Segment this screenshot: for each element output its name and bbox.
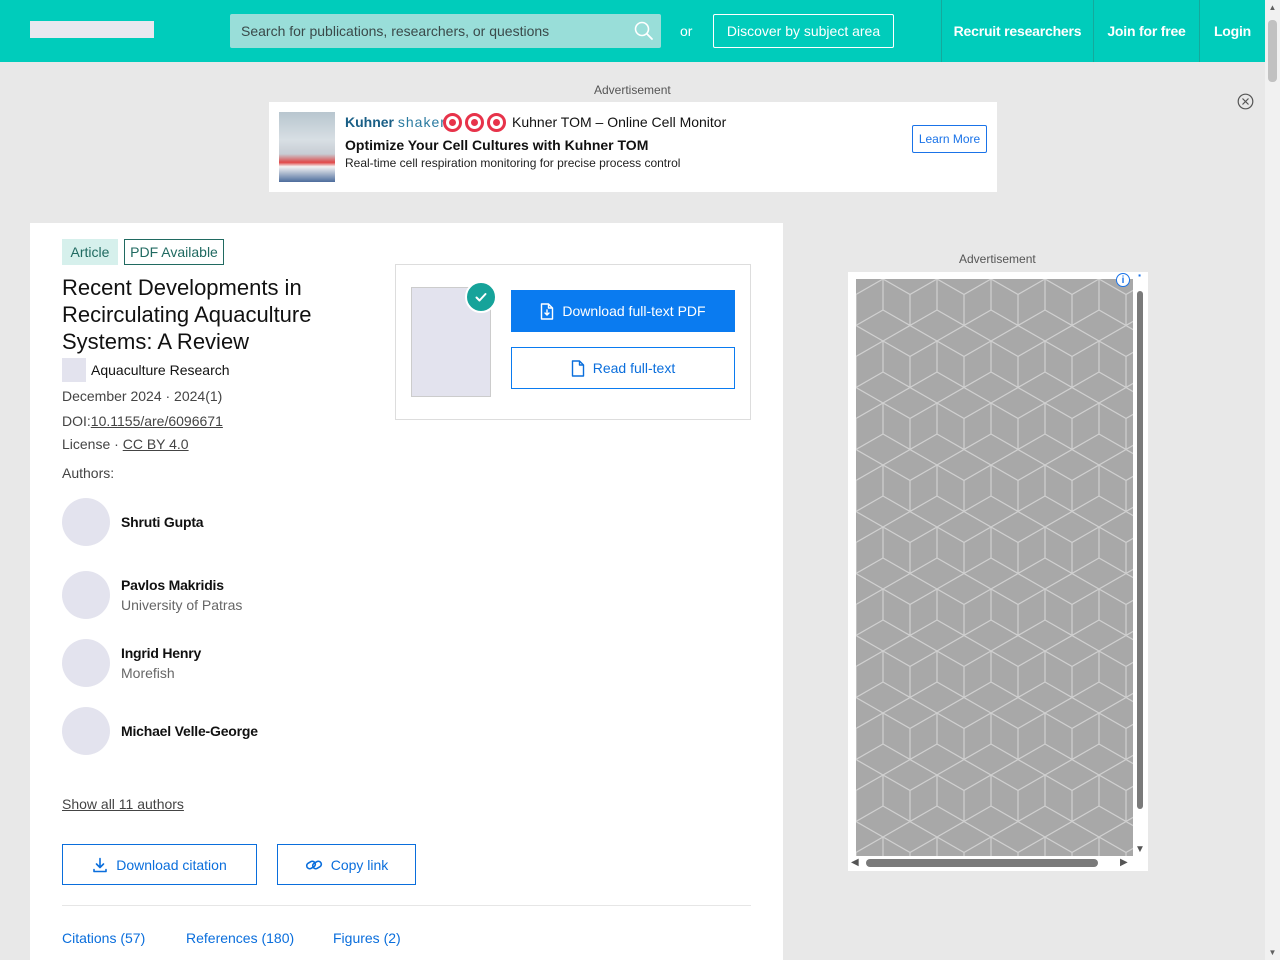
scroll-up-arrow-icon[interactable]: ▲ [1268,4,1277,12]
author-avatar[interactable] [62,707,110,755]
author-name[interactable]: Michael Velle-George [121,723,258,739]
license-link[interactable]: CC BY 4.0 [123,436,189,452]
ad-product-name: Kuhner TOM – Online Cell Monitor [512,114,727,130]
scroll-down-arrow-icon[interactable]: ▼ [1268,949,1277,957]
read-full-text-label: Read full-text [592,360,676,376]
pdf-available-badge: PDF Available [124,239,224,265]
download-full-text-pdf-button[interactable]: Download full-text PDF [511,290,735,332]
author-item[interactable]: Ingrid Henry Morefish [62,639,362,687]
ad-label-side: Advertisement [959,252,1036,266]
search-icon[interactable] [633,20,655,42]
license-line: License · CC BY 4.0 [62,436,189,452]
ad-info-icon[interactable]: i [1116,273,1130,287]
ad-brand-logo: Kuhner shaker [345,114,446,130]
login-link[interactable]: Login [1199,0,1265,62]
ad-headline: Optimize Your Cell Cultures with Kuhner … [345,137,649,153]
copy-link-label: Copy link [330,856,389,873]
checkmark-icon [465,281,497,313]
ad-scroll-left-icon[interactable]: ◀ [851,857,859,868]
read-full-text-button[interactable]: Read full-text [511,347,735,389]
author-item[interactable]: Shruti Gupta [62,498,362,546]
ad-vertical-scrollbar-thumb[interactable] [1137,291,1143,809]
publication-title: Recent Developments in Recirculating Aqu… [62,275,312,354]
publication-card: Article PDF Available Recent Development… [30,223,783,960]
document-icon [571,359,584,377]
tab-citations[interactable]: Citations (57) [62,930,145,946]
download-pdf-label: Download full-text PDF [562,303,706,319]
link-icon [305,859,322,870]
journal-name-link[interactable]: Aquaculture Research [91,362,230,378]
ad-pattern-image [856,279,1133,859]
doi-link[interactable]: 10.1155/are/6096671 [91,413,223,429]
doi-line: DOI:10.1155/are/6096671 [62,413,223,429]
author-avatar[interactable] [62,498,110,546]
researchgate-logo[interactable] [30,21,154,38]
sidebar-advertisement[interactable]: i ··· ▼ ◀ ▶ [848,268,1148,871]
author-name[interactable]: Pavlos Makridis [121,577,224,593]
show-all-authors-link[interactable]: Show all 11 authors [62,796,184,812]
ad-horizontal-scrollbar-thumb[interactable] [866,859,1098,867]
close-ad-icon[interactable] [1237,93,1254,110]
download-citation-button[interactable]: Download citation [62,844,257,885]
author-affiliation: University of Patras [121,597,243,613]
search-placeholder: Search for publications, researchers, or… [241,23,550,39]
author-affiliation: Morefish [121,665,175,681]
author-item[interactable]: Pavlos Makridis University of Patras [62,571,362,619]
recruit-researchers-link[interactable]: Recruit researchers [941,0,1093,62]
ad-horizontal-scrollbar[interactable]: ◀ ▶ [848,856,1135,870]
tab-references[interactable]: References (180) [186,930,294,946]
authors-heading: Authors: [62,465,115,481]
copy-link-button[interactable]: Copy link [277,844,416,885]
ad-learn-more-button[interactable]: Learn More [912,125,987,153]
page-scrollbar[interactable]: ▲ ▼ [1265,0,1280,960]
tab-figures[interactable]: Figures (2) [333,930,401,946]
search-input[interactable]: Search for publications, researchers, or… [230,14,661,48]
article-type-badge: Article [62,239,118,265]
top-navigation-bar: Search for publications, researchers, or… [0,0,1265,62]
publication-date: December 2024 · 2024(1) [62,388,223,404]
ad-subtext: Real-time cell respiration monitoring fo… [345,156,681,170]
ad-scroll-down-icon[interactable]: ▼ [1135,844,1145,855]
download-citation-label: Download citation [116,856,227,873]
author-avatar[interactable] [62,571,110,619]
author-item[interactable]: Michael Velle-George [62,707,362,755]
page-scrollbar-thumb[interactable] [1268,20,1277,82]
ad-scroll-right-icon[interactable]: ▶ [1120,857,1128,868]
author-name[interactable]: Shruti Gupta [121,514,204,530]
ad-vertical-scrollbar[interactable]: ▼ [1135,279,1146,859]
journal-logo [62,358,86,382]
author-name[interactable]: Ingrid Henry [121,645,201,661]
full-text-panel: Download full-text PDF Read full-text [395,264,751,420]
author-avatar[interactable] [62,639,110,687]
section-divider [62,905,751,906]
banner-advertisement[interactable]: Kuhner shaker Kuhner TOM – Online Cell M… [269,102,997,192]
or-separator: or [680,23,693,39]
ad-product-image [279,112,335,182]
ad-brand-circles-icon [443,113,506,132]
pdf-download-icon [541,302,554,320]
ad-label-top: Advertisement [594,83,671,97]
download-icon [93,857,108,872]
join-for-free-link[interactable]: Join for free [1093,0,1199,62]
discover-by-subject-button[interactable]: Discover by subject area [713,14,894,48]
